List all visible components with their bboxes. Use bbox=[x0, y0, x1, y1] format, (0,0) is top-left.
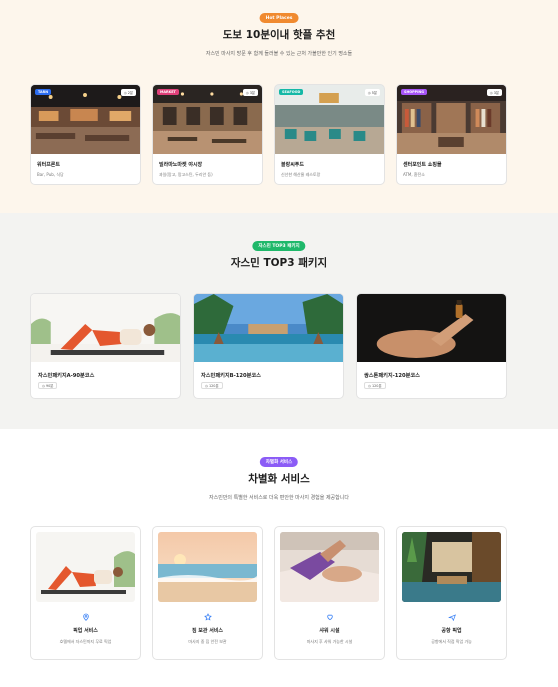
service-card[interactable]: 짐 보관 서비스 마사지 중 짐 안전 보관 bbox=[152, 526, 263, 660]
clock-icon: ◷ bbox=[367, 90, 371, 95]
duration-badge: ◷ 120분 bbox=[364, 382, 386, 389]
clock-icon: ◷ bbox=[205, 383, 208, 388]
hot-places-pill: Hot Places bbox=[259, 13, 299, 23]
service-card[interactable]: 샤워 시설 마사지 후 샤워 가능한 시설 bbox=[274, 526, 385, 660]
clock-icon: ◷ bbox=[42, 383, 45, 388]
hot-places-section: Hot Places 도보 10분이내 핫플 추천 자스민 마사지 방문 후 함… bbox=[0, 0, 558, 213]
service-name: 샤워 시설 bbox=[319, 628, 340, 634]
clock-icon: ◷ bbox=[368, 383, 371, 388]
plane-icon bbox=[397, 613, 506, 621]
heart-icon bbox=[275, 613, 384, 621]
packages-pill: 자스민 TOP3 패키지 bbox=[252, 241, 306, 251]
service-desc: 마사지 후 샤워 가능한 시설 bbox=[306, 639, 353, 644]
services-section: 차별화 서비스 차별화 서비스 자스민만의 특별한 서비스로 더욱 편안한 마사… bbox=[0, 429, 558, 687]
duration-label: 120분 bbox=[208, 384, 219, 388]
hot-place-card[interactable]: TARN ◷ 2분 워터프론트 Bar, Pub, 식당 bbox=[30, 84, 141, 185]
hot-places-subtitle: 자스민 마사지 방문 후 함께 들러볼 수 있는 근처 가볼만한 인기 명소들 bbox=[205, 51, 353, 57]
duration-badge: ◷ 120분 bbox=[201, 382, 223, 389]
service-name: 공항 픽업 bbox=[441, 628, 462, 634]
package-name: 쌍스톤패키지-120분코스 bbox=[364, 373, 420, 379]
package-photo-oil bbox=[357, 294, 506, 362]
place-name: 센터포인트 쇼핑몰 bbox=[403, 162, 442, 168]
distance-label: 2분 bbox=[127, 91, 133, 95]
package-photo-resort bbox=[194, 294, 343, 362]
category-tag: SHOPPING bbox=[401, 89, 428, 95]
category-tag: MARKET bbox=[157, 89, 179, 95]
service-card[interactable]: 공항 픽업 공항에서 직접 픽업 가능 bbox=[396, 526, 507, 660]
place-name: 빌라마노마켓 야시장 bbox=[159, 162, 203, 168]
distance-label: 3분 bbox=[249, 91, 255, 95]
place-desc: Bar, Pub, 식당 bbox=[37, 172, 64, 177]
services-subtitle: 자스민만의 특별한 서비스로 더욱 편안한 마사지 경험을 제공합니다 bbox=[209, 495, 349, 501]
location-pin-icon bbox=[31, 613, 140, 621]
place-name: 워터프론트 bbox=[37, 162, 61, 168]
services-pill: 차별화 서비스 bbox=[259, 457, 299, 467]
distance-badge: ◷ 2분 bbox=[120, 89, 136, 96]
hot-place-card[interactable]: SHOPPING ◷ 3분 센터포인트 쇼핑몰 ATM, 환전소 bbox=[396, 84, 507, 185]
service-photo-massage bbox=[280, 532, 379, 602]
packages-section: 자스민 TOP3 패키지 자스민 TOP3 패키지 자스민패키지A-90분코스 … bbox=[0, 213, 558, 429]
package-photo-yoga bbox=[31, 294, 180, 362]
service-name: 픽업 서비스 bbox=[73, 628, 98, 634]
clock-icon: ◷ bbox=[245, 90, 249, 95]
distance-label: 5분 bbox=[371, 91, 377, 95]
service-desc: 공항에서 직접 픽업 가능 bbox=[431, 639, 472, 644]
service-desc: 마사지 중 짐 안전 보관 bbox=[188, 639, 227, 644]
service-photo-beach bbox=[158, 532, 257, 602]
distance-badge: ◷ 5분 bbox=[364, 89, 380, 96]
star-icon bbox=[153, 613, 262, 621]
hot-place-card[interactable]: MARKET ◷ 3분 빌라마노마켓 야시장 과일(망고, 망고스틴, 두리안 등… bbox=[152, 84, 263, 185]
duration-label: 120분 bbox=[371, 384, 382, 388]
package-card[interactable]: 쌍스톤패키지-120분코스 ◷ 120분 bbox=[356, 293, 507, 399]
category-tag: TARN bbox=[35, 89, 52, 95]
category-tag: SEAFOOD bbox=[279, 89, 304, 95]
services-title: 차별화 서비스 bbox=[248, 473, 310, 485]
duration-badge: ◷ 90분 bbox=[38, 382, 58, 389]
packages-title: 자스민 TOP3 패키지 bbox=[230, 257, 328, 269]
service-name: 짐 보관 서비스 bbox=[191, 628, 224, 634]
distance-label: 3분 bbox=[493, 91, 499, 95]
package-card[interactable]: 자스민패키지B-120분코스 ◷ 120분 bbox=[193, 293, 344, 399]
service-photo-lounge bbox=[402, 532, 501, 602]
package-card[interactable]: 자스민패키지A-90분코스 ◷ 90분 bbox=[30, 293, 181, 399]
place-desc: ATM, 환전소 bbox=[403, 172, 425, 177]
place-name: 블랑씨푸드 bbox=[281, 162, 305, 168]
hot-place-card[interactable]: SEAFOOD ◷ 5분 블랑씨푸드 신선한 해산물 레스토랑 bbox=[274, 84, 385, 185]
distance-badge: ◷ 3분 bbox=[486, 89, 502, 96]
package-name: 자스민패키지B-120분코스 bbox=[201, 373, 261, 379]
service-desc: 호텔에서 자스민까지 무료 픽업 bbox=[59, 639, 112, 644]
place-desc: 신선한 해산물 레스토랑 bbox=[281, 172, 321, 177]
clock-icon: ◷ bbox=[489, 90, 493, 95]
distance-badge: ◷ 3분 bbox=[242, 89, 258, 96]
service-photo-pickup bbox=[36, 532, 135, 602]
clock-icon: ◷ bbox=[123, 90, 127, 95]
service-card[interactable]: 픽업 서비스 호텔에서 자스민까지 무료 픽업 bbox=[30, 526, 141, 660]
place-desc: 과일(망고, 망고스틴, 두리안 등) bbox=[159, 172, 213, 177]
duration-label: 90분 bbox=[45, 384, 54, 388]
package-name: 자스민패키지A-90분코스 bbox=[38, 373, 95, 379]
hot-places-title: 도보 10분이내 핫플 추천 bbox=[222, 29, 336, 41]
